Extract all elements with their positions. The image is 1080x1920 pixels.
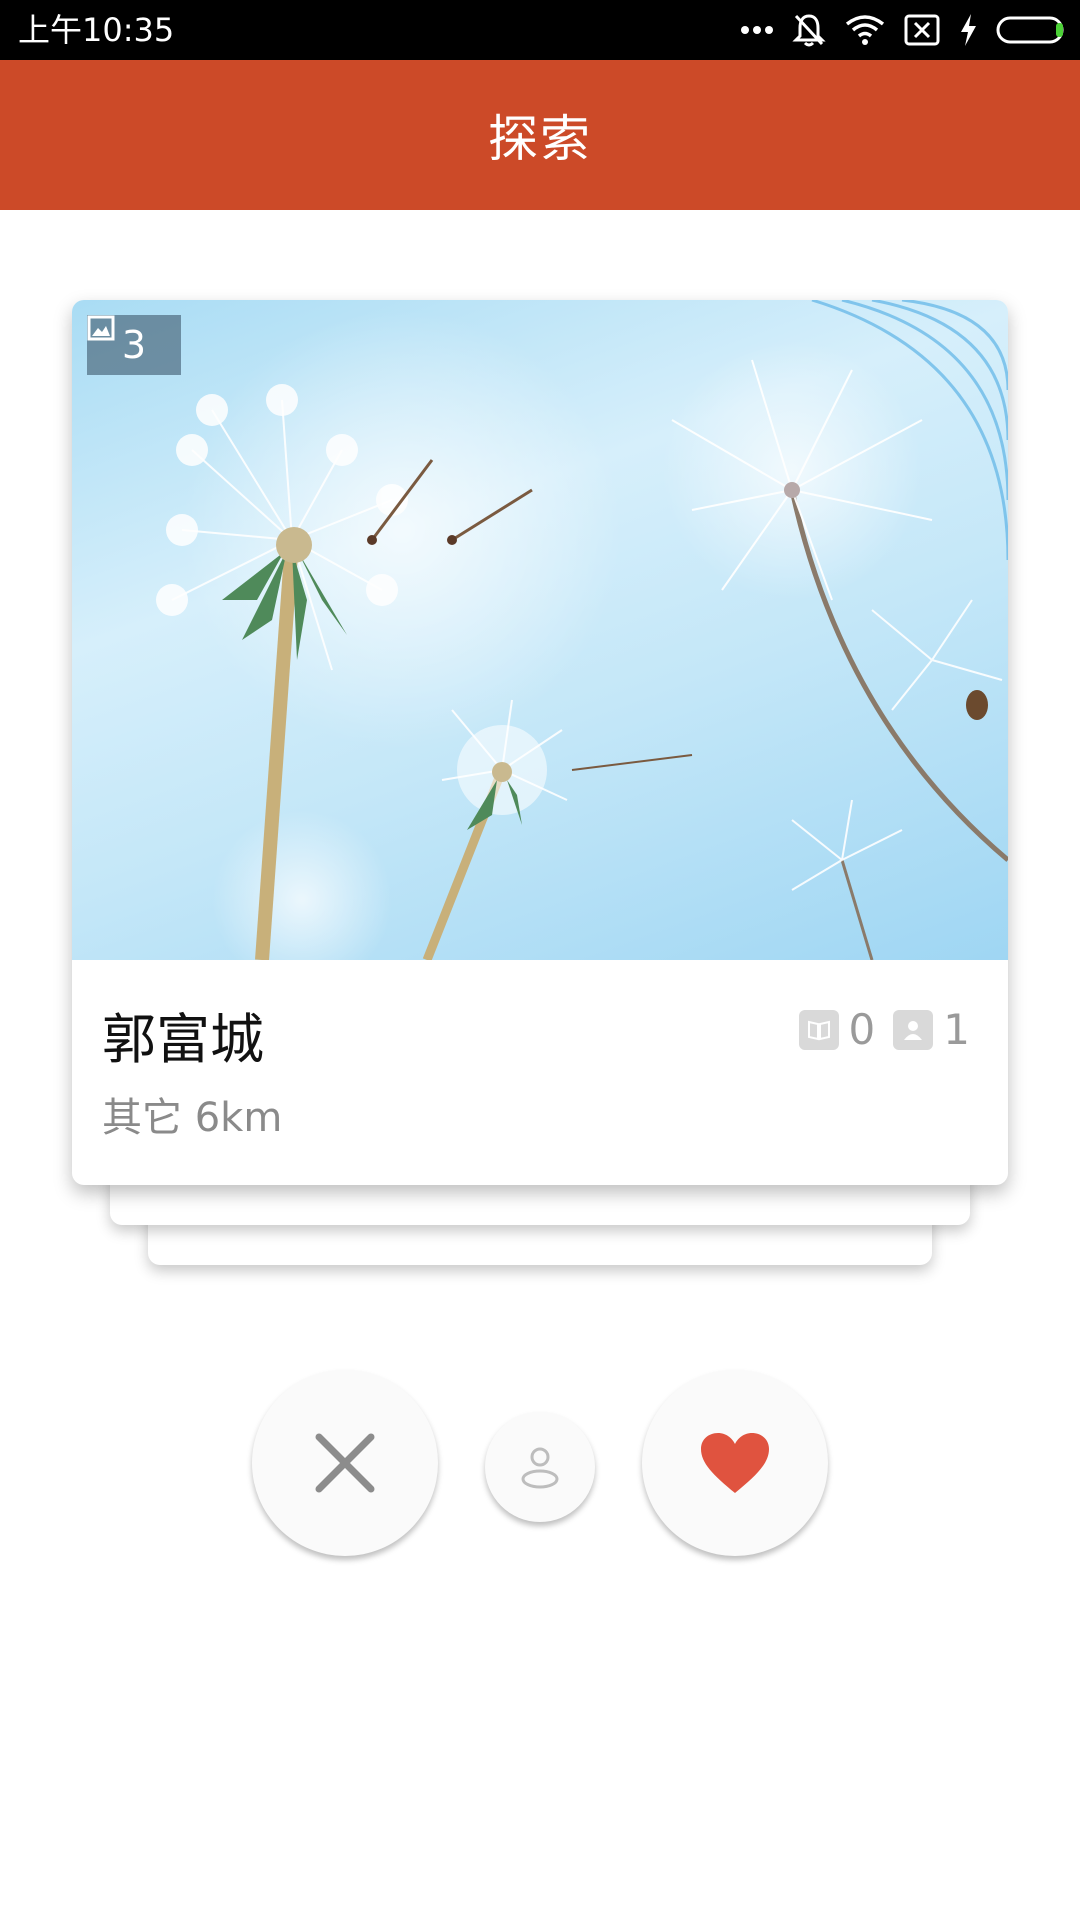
heart-icon [701,1433,769,1493]
person-icon [893,1009,934,1050]
stat-books-value: 0 [848,1005,876,1054]
book-icon [798,1009,839,1050]
card-info: 郭富城 其它 6km 0 1 [72,960,1008,1185]
stat-people-value: 1 [943,1005,970,1054]
status-bar: 上午10:35 [0,0,1080,60]
page-title: 探索 [488,110,592,168]
stat-people: 1 [893,1005,978,1054]
profile-button[interactable] [485,1412,595,1522]
photo-count-badge: 3 [87,315,181,375]
person-outline-icon [521,1447,559,1489]
wifi-icon [845,15,885,45]
status-icons [740,10,1068,50]
more-dots-icon [741,26,773,34]
charging-bolt-icon [961,14,976,46]
close-icon [315,1433,375,1493]
profile-card[interactable]: 3 郭富城 其它 6km 0 1 [72,300,1008,1185]
no-sim-icon [904,14,940,46]
person-name: 郭富城 [102,1008,264,1071]
bell-muted-icon [792,14,826,47]
image-icon [87,315,115,341]
person-meta: 其它 6km [102,1095,283,1141]
status-time: 上午10:35 [18,11,175,49]
dislike-button[interactable] [252,1370,438,1556]
like-button[interactable] [642,1370,828,1556]
app-bar: 探索 [0,60,1080,210]
stat-books: 0 [798,1005,884,1054]
photo-count: 3 [121,323,147,367]
battery-icon [996,16,1064,44]
profile-photo[interactable]: 3 [72,300,1008,960]
dandelion-illustration [156,300,1008,960]
card-stats: 0 1 [798,1005,978,1054]
